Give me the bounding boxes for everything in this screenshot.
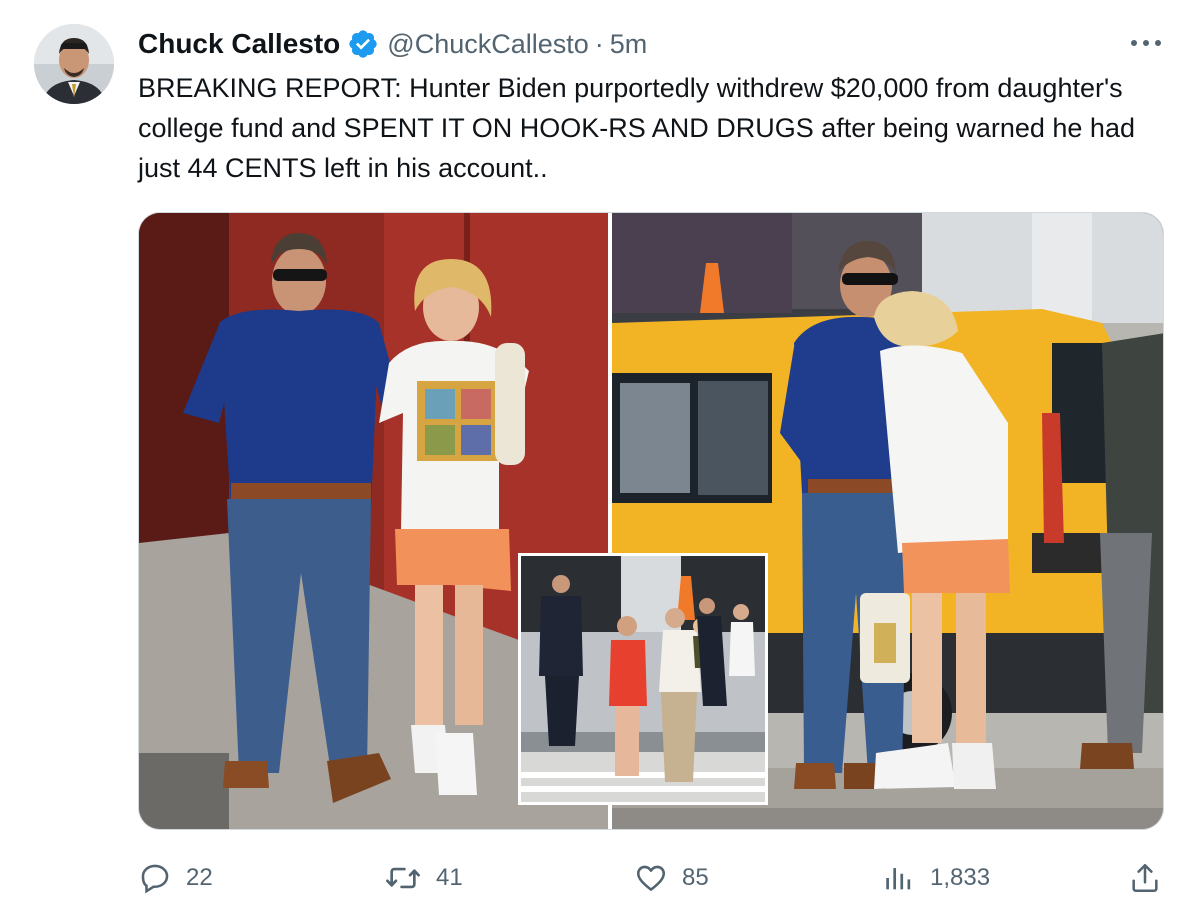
reply-button[interactable]: 22	[138, 856, 213, 900]
verified-badge-icon[interactable]	[347, 28, 379, 60]
author-display-name[interactable]: Chuck Callesto	[138, 28, 340, 60]
tweet-actions: 22 41 85 1,833	[138, 856, 1168, 900]
avatar-image	[34, 24, 114, 104]
reply-count: 22	[186, 864, 213, 891]
photo-inset-group-crossing-street[interactable]	[518, 553, 768, 805]
views-button[interactable]: 1,833	[882, 856, 990, 900]
tweet-header: Chuck Callesto @ChuckCallesto · 5m	[138, 26, 647, 62]
retweet-icon	[386, 867, 420, 889]
author-handle[interactable]: @ChuckCallesto	[387, 29, 589, 60]
avatar[interactable]	[34, 24, 114, 104]
retweet-button[interactable]: 41	[384, 856, 463, 900]
retweet-count: 41	[436, 864, 463, 891]
views-count: 1,833	[930, 864, 991, 891]
like-count: 85	[682, 864, 709, 891]
share-icon	[1132, 863, 1158, 893]
separator-dot: ·	[594, 28, 604, 59]
more-options-button[interactable]	[1126, 28, 1166, 58]
views-icon	[886, 868, 911, 890]
share-button[interactable]	[1128, 856, 1162, 900]
like-button[interactable]: 85	[634, 856, 709, 900]
reply-icon	[141, 864, 169, 894]
tweet-text: BREAKING REPORT: Hunter Biden purportedl…	[138, 73, 1135, 183]
more-horizontal-icon	[1131, 40, 1161, 46]
tweet-media[interactable]	[138, 212, 1164, 830]
tweet-timestamp[interactable]: 5m	[610, 29, 648, 60]
heart-icon	[636, 865, 666, 891]
